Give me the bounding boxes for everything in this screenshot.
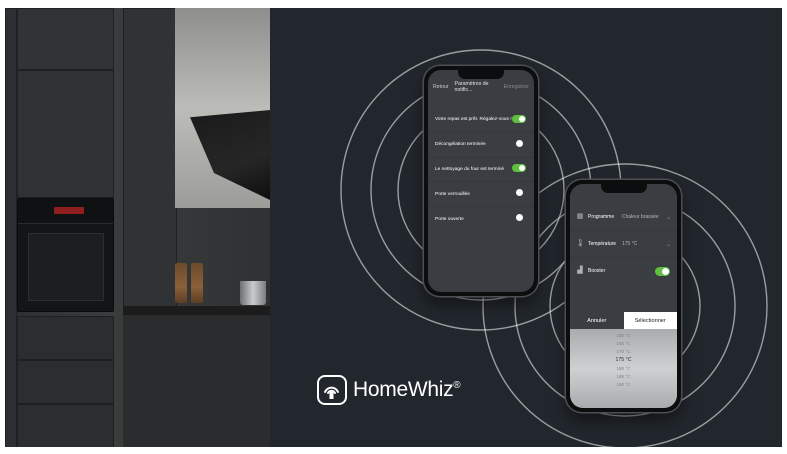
program-icon: ▦ [576,213,584,220]
notification-label: Le nettoyage du four est terminé [435,166,505,172]
oven-settings: ▦ Programme Chaleur brassée ⌄ 🌡︎ Tempéra… [570,204,677,284]
cancel-button[interactable]: Annuler [570,312,624,329]
notification-list: Votre repas est prêt. Régalez-vous ! Déc… [428,108,534,231]
picker-actions: Annuler Sélectionner [570,312,677,329]
brand-name: HomeWhiz [353,378,454,401]
setting-value: Chaleur brassée [622,214,659,220]
picker-option[interactable]: 170 °C [570,349,677,354]
back-button[interactable]: Retour [433,84,449,90]
chevron-down-icon: ⌄ [665,214,671,221]
notification-label: Porte ouverte [435,216,464,222]
notification-toggle[interactable] [512,214,526,222]
homewhiz-logo: HomeWhiz® [317,375,461,405]
notification-label: Décongélation terminée [435,142,486,148]
picker-option[interactable]: 190 °C [570,382,677,387]
notification-toggle[interactable] [512,189,526,197]
select-button[interactable]: Sélectionner [623,312,677,329]
phone-screen: Retour Paramètres de notific... Enregist… [428,70,534,292]
logo-wordmark: HomeWhiz® [353,378,461,402]
notification-toggle[interactable] [512,114,526,123]
booster-toggle[interactable] [655,267,670,276]
notification-row: Le nettoyage du four est terminé [428,158,534,183]
picker-option[interactable]: 185 °C [570,374,677,379]
chevron-down-icon: ⌄ [665,241,671,248]
phone-notch [600,184,647,193]
notification-toggle[interactable] [512,164,526,173]
setting-value: 175 °C [622,241,638,247]
notification-row: Décongélation terminée [428,133,534,158]
registered-mark: ® [453,380,461,391]
notification-toggle[interactable] [512,139,526,147]
phone-notifications: Retour Paramètres de notific... Enregist… [424,66,538,296]
picker-option[interactable]: 165 °C [570,341,677,346]
notification-row: Porte verrouillée [428,182,534,208]
phone-screen: ▦ Programme Chaleur brassée ⌄ 🌡︎ Tempéra… [570,184,677,408]
picker-option[interactable]: 180 °C [570,366,677,371]
notification-row: Porte ouverte [428,207,534,231]
save-button[interactable]: Enregistrer [504,84,529,90]
nav-bar: Retour Paramètres de notific... Enregist… [428,80,534,94]
notification-row: Votre repas est prêt. Régalez-vous ! [428,108,534,133]
setting-temperature[interactable]: 🌡︎ Température 175 °C ⌄ [570,231,677,258]
setting-program[interactable]: ▦ Programme Chaleur brassée ⌄ [570,204,677,231]
notification-label: Porte verrouillée [435,191,470,197]
picker-option[interactable]: 160 °C [570,333,677,338]
banner: Retour Paramètres de notific... Enregist… [5,8,782,447]
home-wifi-icon [317,375,347,405]
temperature-picker[interactable]: 160 °C 165 °C 170 °C 175 °C 180 °C 185 °… [570,329,677,408]
picker-option-selected[interactable]: 175 °C [570,357,677,363]
nav-title: Paramètres de notific... [454,81,489,93]
booster-icon: ▟ [577,267,583,274]
setting-booster: ▟ Booster [570,258,677,284]
thermometer-icon: 🌡︎ [576,240,585,247]
setting-label: Booster [588,268,606,274]
phone-notch [458,70,504,79]
notification-label: Votre repas est prêt. Régalez-vous ! [435,117,512,123]
phone-oven-control: ▦ Programme Chaleur brassée ⌄ 🌡︎ Tempéra… [566,180,681,412]
